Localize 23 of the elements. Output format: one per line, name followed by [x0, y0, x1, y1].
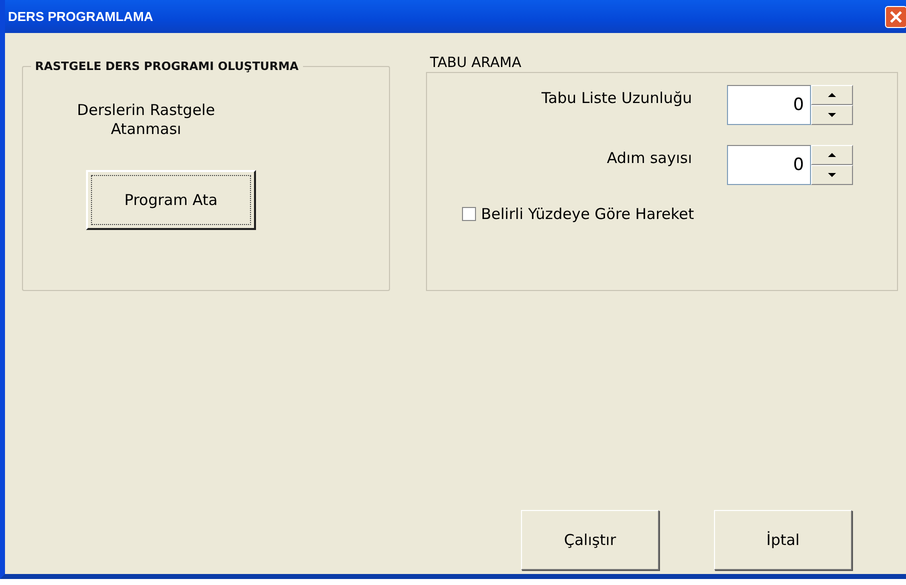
spinner-label: Adım sayısı	[606, 149, 692, 167]
down-arrow-icon	[828, 173, 836, 177]
up-arrow-icon	[828, 93, 836, 97]
dialog-button[interactable]: Çalıştır	[521, 510, 659, 570]
spin-down-button[interactable]	[811, 105, 853, 125]
group-title: TABU ARAMA	[430, 55, 522, 72]
spin-down-button[interactable]	[811, 165, 853, 185]
checkbox[interactable]	[462, 207, 476, 221]
spin-up-button[interactable]	[811, 85, 853, 105]
description-text: Derslerin Rastgele Atanması	[76, 101, 216, 139]
spinner-label: Tabu Liste Uzunluğu	[540, 89, 692, 107]
number-field[interactable]: 0	[727, 85, 811, 125]
window-title: DERS PROGRAMLAMA	[8, 9, 154, 24]
spin-up-button[interactable]	[811, 145, 853, 165]
up-arrow-icon	[828, 153, 836, 157]
checkbox-label[interactable]: Belirli Yüzdeye Göre Hareket	[481, 205, 694, 223]
program-button[interactable]: Program Ata	[86, 170, 256, 230]
group-title: RASTGELE DERS PROGRAMI OLUŞTURMA	[34, 59, 300, 73]
dialog-button[interactable]: İptal	[714, 510, 852, 570]
number-field[interactable]: 0	[727, 145, 811, 185]
close-icon	[889, 10, 903, 24]
close-button[interactable]	[885, 6, 906, 28]
down-arrow-icon	[828, 113, 836, 117]
